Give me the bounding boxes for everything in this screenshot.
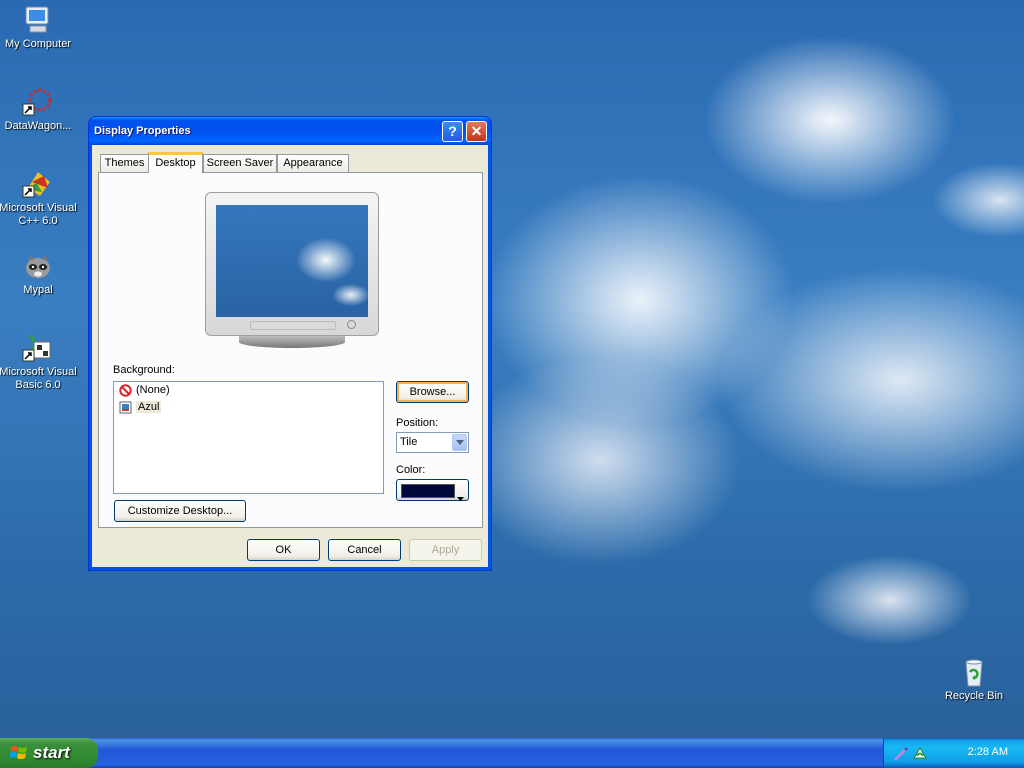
datawagon-shortcut-icon	[22, 86, 54, 118]
tab-themes[interactable]: Themes	[100, 154, 149, 172]
display-properties-window: Display Properties ? ✕ Themes Desktop Sc…	[89, 117, 491, 570]
list-item[interactable]: Azul	[114, 399, 383, 416]
clock[interactable]: 2:28 AM	[968, 746, 1008, 758]
window-title: Display Properties	[94, 125, 191, 137]
color-label: Color:	[396, 464, 426, 476]
monitor-power-led	[347, 320, 356, 329]
tab-desktop[interactable]: Desktop	[148, 152, 203, 173]
desktop-icon-visual-basic[interactable]: Microsoft Visual Basic 6.0	[0, 332, 78, 392]
tab-appearance[interactable]: Appearance	[277, 154, 349, 172]
start-button[interactable]: start	[0, 738, 98, 768]
my-computer-icon	[22, 4, 54, 36]
desktop-icon-my-computer[interactable]: My Computer	[0, 4, 78, 51]
chevron-down-icon	[457, 488, 464, 508]
desktop-icon-recycle-bin[interactable]: Recycle Bin	[934, 656, 1014, 703]
monitor-slot	[250, 321, 336, 330]
monitor-stand	[239, 336, 345, 348]
dialog-client-area: Themes Desktop Screen Saver Appearance B…	[92, 145, 488, 567]
desktop-icon-visual-cpp[interactable]: Microsoft Visual C++ 6.0	[0, 168, 78, 228]
color-picker-button[interactable]	[396, 479, 469, 501]
start-label: start	[33, 743, 70, 762]
windows-logo-icon	[10, 745, 28, 766]
desktop-icon-mypal[interactable]: Mypal	[0, 250, 78, 297]
apply-button: Apply	[409, 539, 482, 561]
pen-icon[interactable]	[892, 745, 908, 764]
system-tray: 2:28 AM	[883, 738, 1024, 768]
list-item[interactable]: (None)	[114, 382, 383, 399]
recycle-bin-icon	[958, 656, 990, 688]
desktop-icon-datawagon[interactable]: DataWagon...	[0, 86, 78, 133]
monitor-preview	[205, 192, 379, 348]
desktop-tab-panel: Background: (None) Azul Browse... Positi…	[98, 172, 483, 528]
visual-cpp-shortcut-icon	[22, 168, 54, 200]
ok-button[interactable]: OK	[247, 539, 320, 561]
mypal-raccoon-icon	[22, 250, 54, 282]
color-swatch	[401, 484, 455, 498]
monitor-frame	[205, 192, 379, 336]
visual-basic-shortcut-icon	[22, 332, 54, 364]
list-item-label: (None)	[136, 384, 170, 396]
close-button[interactable]: ✕	[466, 121, 487, 142]
customize-desktop-button[interactable]: Customize Desktop...	[114, 500, 246, 522]
no-entry-icon	[119, 384, 132, 397]
help-button[interactable]: ?	[442, 121, 463, 142]
browse-button[interactable]: Browse...	[396, 381, 469, 403]
position-select[interactable]: Tile	[396, 432, 469, 453]
chevron-down-icon[interactable]	[452, 434, 467, 451]
wallpaper-preview	[216, 205, 368, 317]
list-item-label: Azul	[136, 401, 162, 413]
cancel-button[interactable]: Cancel	[328, 539, 401, 561]
background-label: Background:	[113, 364, 175, 376]
network-icon[interactable]	[912, 745, 928, 764]
background-listbox[interactable]: (None) Azul	[113, 381, 384, 494]
title-bar[interactable]: Display Properties ? ✕	[89, 117, 491, 145]
tab-screen-saver[interactable]: Screen Saver	[203, 154, 277, 172]
position-label: Position:	[396, 417, 439, 429]
image-file-icon	[119, 401, 132, 414]
position-value: Tile	[400, 436, 418, 448]
taskbar: start 2:28 AM	[0, 738, 1024, 768]
